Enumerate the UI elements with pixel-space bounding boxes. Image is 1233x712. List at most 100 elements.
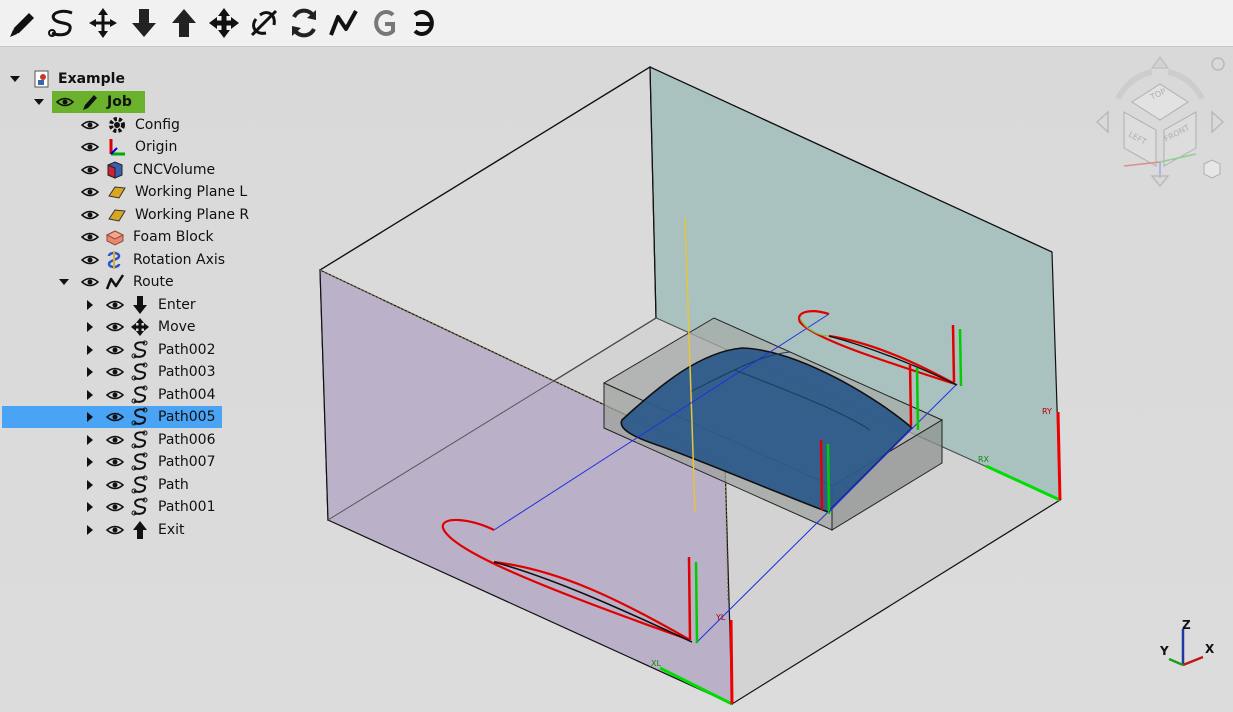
- chevron-down-icon[interactable]: [58, 276, 70, 288]
- route-icon: [105, 274, 125, 290]
- tree-item-working-plane-r[interactable]: Working Plane R: [0, 204, 300, 226]
- toolbar-route-button[interactable]: [326, 5, 362, 41]
- tree-item-label: Job: [107, 94, 132, 110]
- tree-item-path001[interactable]: Path001: [0, 496, 300, 518]
- origin-axes-icon: [109, 139, 125, 156]
- eye-icon[interactable]: [106, 410, 124, 424]
- navigation-cube[interactable]: TOP LEFT FRONT: [1092, 54, 1227, 194]
- tree-item-label: Example: [58, 71, 125, 87]
- chevron-right-icon[interactable]: [84, 321, 96, 333]
- route-icon: [329, 10, 358, 36]
- eye-icon[interactable]: [106, 388, 124, 402]
- tree-item-enter[interactable]: Enter: [0, 294, 300, 316]
- gcode-reverse-icon: [413, 10, 434, 36]
- toolbar: [0, 0, 1233, 47]
- tree-item-origin[interactable]: Origin: [0, 136, 300, 158]
- chevron-down-icon[interactable]: [9, 73, 21, 85]
- tree-item-label: Exit: [158, 522, 185, 538]
- toolbar-exit-button[interactable]: [166, 5, 202, 41]
- tree-item-label: Origin: [135, 139, 178, 155]
- tree-item-path003[interactable]: Path003: [0, 361, 300, 383]
- eye-icon[interactable]: [106, 298, 124, 312]
- tree-item-working-plane-l[interactable]: Working Plane L: [0, 181, 300, 203]
- eye-icon[interactable]: [106, 320, 124, 334]
- arrow-down-icon: [132, 9, 156, 37]
- toolbar-gcode-alt-button[interactable]: [406, 5, 442, 41]
- tree-item-move[interactable]: Move: [0, 316, 300, 338]
- tree-item-rotation-axis[interactable]: Rotation Axis: [0, 249, 300, 271]
- eye-icon[interactable]: [106, 365, 124, 379]
- eye-icon[interactable]: [106, 455, 124, 469]
- chevron-right-icon[interactable]: [84, 434, 96, 446]
- cube-icon: [107, 161, 123, 179]
- eye-icon[interactable]: [106, 343, 124, 357]
- chevron-right-icon[interactable]: [84, 299, 96, 311]
- tree-item-exit[interactable]: Exit: [0, 519, 300, 541]
- axis-x-label: X: [1205, 642, 1215, 656]
- tree-item-label: Rotation Axis: [133, 252, 226, 268]
- tree-item-label: Path006: [158, 432, 216, 448]
- chevron-right-icon[interactable]: [84, 389, 96, 401]
- axis-label-xl: XL: [651, 659, 661, 668]
- eye-icon[interactable]: [81, 140, 99, 154]
- eye-icon[interactable]: [81, 230, 99, 244]
- toolbar-path-button[interactable]: [44, 5, 80, 41]
- axis-y-label: Y: [1159, 644, 1169, 658]
- plane-icon: [108, 186, 126, 199]
- path-s-icon: [131, 475, 148, 494]
- tree-item-path006[interactable]: Path006: [0, 429, 300, 451]
- tree-item-route[interactable]: Route: [0, 271, 300, 293]
- chevron-right-icon[interactable]: [84, 366, 96, 378]
- eye-icon[interactable]: [106, 433, 124, 447]
- foam-block-icon: [105, 230, 125, 246]
- eye-icon[interactable]: [81, 253, 99, 267]
- toolbar-pencil-button[interactable]: [4, 5, 40, 41]
- tree-item-path004[interactable]: Path004: [0, 384, 300, 406]
- toolbar-gcode-button[interactable]: [366, 5, 402, 41]
- tree-item-job[interactable]: Job: [0, 91, 300, 113]
- tree-item-label: Move: [158, 319, 196, 335]
- axes-indicator: Z X Y: [1155, 615, 1225, 675]
- tree-item-label: Working Plane R: [135, 207, 250, 223]
- eye-icon[interactable]: [106, 523, 124, 537]
- eye-icon[interactable]: [81, 118, 99, 132]
- toolbar-enter-button[interactable]: [126, 5, 162, 41]
- tree-item-label: Path002: [158, 342, 216, 358]
- toolbar-move-vertical-button[interactable]: [85, 5, 121, 41]
- tree-item-label: Path005: [158, 409, 216, 425]
- chevron-right-icon[interactable]: [84, 344, 96, 356]
- tree-item-path002[interactable]: Path002: [0, 339, 300, 361]
- tree-item-path007[interactable]: Path007: [0, 451, 300, 473]
- eye-icon[interactable]: [106, 500, 124, 514]
- tree-item-config[interactable]: Config: [0, 114, 300, 136]
- chevron-right-icon[interactable]: [84, 501, 96, 513]
- toolbar-join-button[interactable]: [246, 5, 282, 41]
- join-icon: [250, 9, 278, 37]
- eye-icon[interactable]: [81, 208, 99, 222]
- arrow-up-icon: [172, 9, 196, 37]
- chevron-right-icon[interactable]: [84, 479, 96, 491]
- chevron-right-icon[interactable]: [84, 524, 96, 536]
- tree-item-label: Path004: [158, 387, 216, 403]
- eye-icon[interactable]: [81, 275, 99, 289]
- toolbar-refresh-button[interactable]: [286, 5, 322, 41]
- chevron-right-icon[interactable]: [84, 411, 96, 423]
- arrow-up-icon: [133, 521, 147, 539]
- eye-icon[interactable]: [56, 95, 74, 109]
- eye-icon[interactable]: [106, 478, 124, 492]
- tree-item-label: Path: [158, 477, 189, 493]
- tree-item-path[interactable]: Path: [0, 474, 300, 496]
- eye-icon[interactable]: [81, 185, 99, 199]
- path-s-icon: [131, 362, 148, 381]
- pencil-icon: [10, 13, 34, 37]
- plane-icon: [108, 209, 126, 222]
- tree-item-example[interactable]: Example: [0, 68, 300, 90]
- chevron-down-icon[interactable]: [33, 96, 45, 108]
- pencil-icon: [83, 95, 97, 110]
- tree-item-foam-block[interactable]: Foam Block: [0, 226, 300, 248]
- chevron-right-icon[interactable]: [84, 456, 96, 468]
- toolbar-move-button[interactable]: [206, 5, 242, 41]
- tree-item-cncvolume[interactable]: CNCVolume: [0, 159, 300, 181]
- eye-icon[interactable]: [81, 163, 99, 177]
- tree-item-path005[interactable]: Path005: [0, 406, 300, 428]
